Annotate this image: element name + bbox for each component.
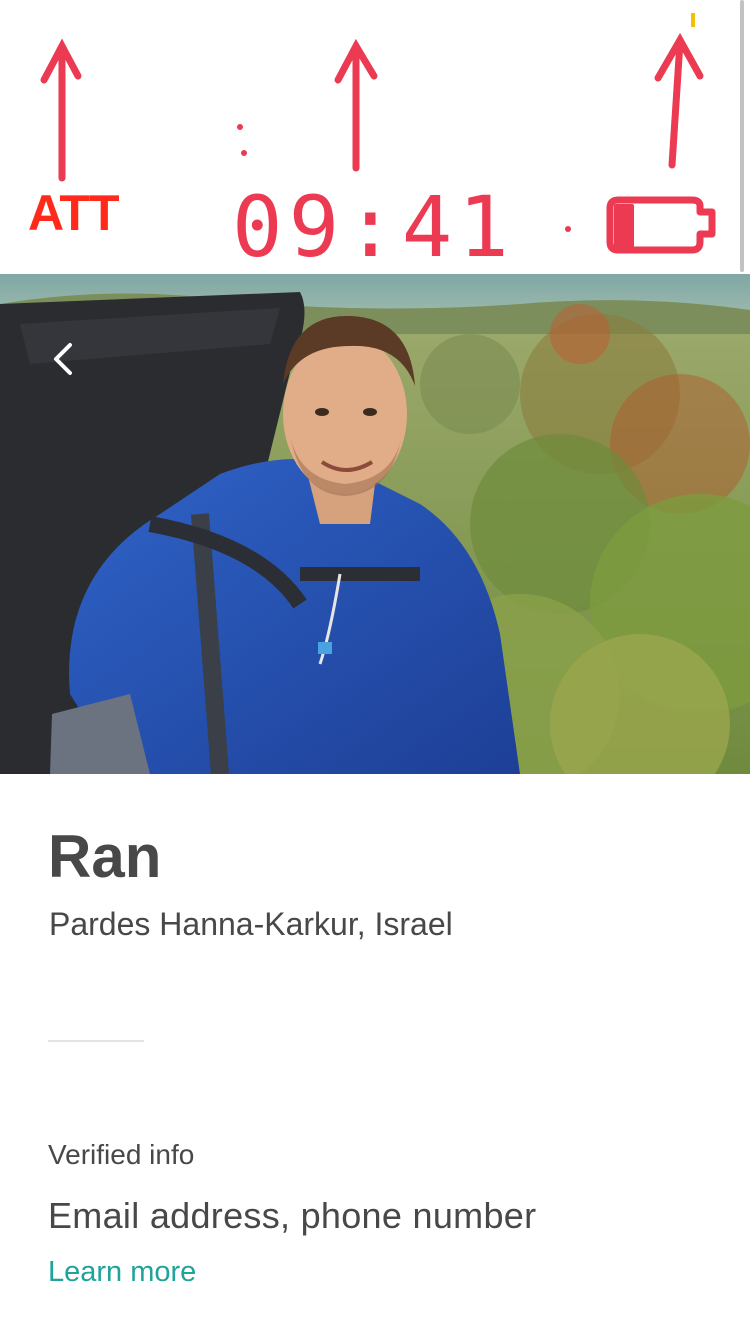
chevron-left-icon — [54, 343, 72, 375]
verified-info-label: Verified info — [48, 1139, 195, 1170]
profile-photo-illustration — [0, 274, 750, 774]
back-button[interactable] — [38, 334, 88, 384]
scrollbar[interactable] — [740, 0, 744, 272]
annotation-arrow-center — [334, 38, 378, 172]
annotation-dot — [241, 150, 247, 156]
carrier-label: ATT — [28, 185, 119, 241]
section-divider — [48, 1040, 144, 1042]
profile-details: Ran Pardes Hanna-Karkur, Israel Verified… — [0, 774, 750, 1334]
annotation-dot — [237, 124, 243, 130]
annotation-dot — [565, 226, 571, 232]
learn-more-link[interactable]: Learn more — [48, 1255, 196, 1290]
verified-info-value: Email address, phone number — [48, 1195, 537, 1236]
profile-photo — [0, 274, 750, 774]
annotation-arrow-left — [40, 38, 82, 182]
battery-icon — [606, 196, 716, 254]
profile-name: Ran — [48, 823, 162, 890]
annotation-marker — [691, 13, 695, 27]
annotation-arrow-right — [654, 32, 704, 169]
profile-location: Pardes Hanna-Karkur, Israel — [49, 906, 453, 942]
clock-time: 09:41 — [232, 178, 515, 276]
status-bar: ATT 09:41 — [0, 0, 750, 274]
